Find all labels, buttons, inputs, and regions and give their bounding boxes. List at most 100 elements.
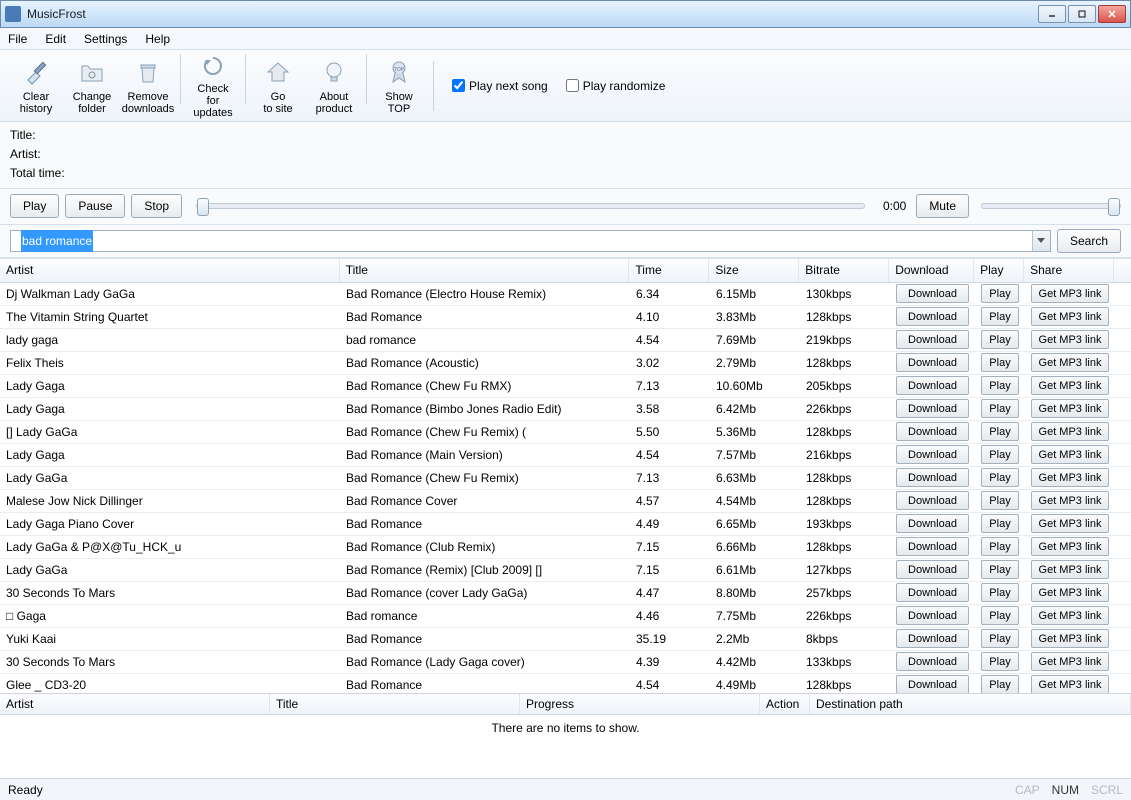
get-mp3-link-button[interactable]: Get MP3 link [1031,629,1109,648]
row-play-button[interactable]: Play [981,491,1019,510]
toolbar-change-folder[interactable]: Changefolder [64,54,120,118]
download-button[interactable]: Download [896,399,969,418]
result-row[interactable]: lady gagabad romance4.547.69Mb219kbpsDow… [0,329,1131,352]
result-row[interactable]: The Vitamin String QuartetBad Romance4.1… [0,306,1131,329]
row-play-button[interactable]: Play [981,468,1019,487]
close-button[interactable] [1098,5,1126,23]
volume-slider[interactable] [981,203,1121,209]
col-header-title[interactable]: Title [340,259,630,282]
row-play-button[interactable]: Play [981,330,1019,349]
minimize-button[interactable] [1038,5,1066,23]
result-row[interactable]: Glee _ CD3-20Bad Romance4.544.49Mb128kbp… [0,674,1131,693]
get-mp3-link-button[interactable]: Get MP3 link [1031,330,1109,349]
toolbar-show-top[interactable]: TOPShowTOP [371,54,427,118]
menu-help[interactable]: Help [145,32,170,46]
play-randomize-checkbox[interactable]: Play randomize [566,79,666,93]
download-button[interactable]: Download [896,491,969,510]
row-play-button[interactable]: Play [981,422,1019,441]
dl-col-artist[interactable]: Artist [0,694,270,714]
play-next-checkbox[interactable]: Play next song [452,79,548,93]
results-body[interactable]: Dj Walkman Lady GaGaBad Romance (Electro… [0,283,1131,693]
get-mp3-link-button[interactable]: Get MP3 link [1031,422,1109,441]
stop-button[interactable]: Stop [131,194,182,218]
get-mp3-link-button[interactable]: Get MP3 link [1031,514,1109,533]
get-mp3-link-button[interactable]: Get MP3 link [1031,491,1109,510]
result-row[interactable]: Malese Jow Nick DillingerBad Romance Cov… [0,490,1131,513]
download-button[interactable]: Download [896,583,969,602]
combo-arrow-icon[interactable] [1032,231,1050,251]
col-header-bitrate[interactable]: Bitrate [799,259,889,282]
play-next-input[interactable] [452,79,465,92]
pause-button[interactable]: Pause [65,194,125,218]
row-play-button[interactable]: Play [981,652,1019,671]
get-mp3-link-button[interactable]: Get MP3 link [1031,675,1109,693]
result-row[interactable]: Lady GagaBad Romance (Main Version)4.547… [0,444,1131,467]
download-button[interactable]: Download [896,652,969,671]
row-play-button[interactable]: Play [981,629,1019,648]
search-button[interactable]: Search [1057,229,1121,253]
menu-edit[interactable]: Edit [45,32,66,46]
maximize-button[interactable] [1068,5,1096,23]
result-row[interactable]: Lady GaGaBad Romance (Remix) [Club 2009]… [0,559,1131,582]
toolbar-goto-site[interactable]: Goto site [250,54,306,118]
result-row[interactable]: Lady GagaBad Romance (Bimbo Jones Radio … [0,398,1131,421]
download-button[interactable]: Download [896,629,969,648]
result-row[interactable]: [] Lady GaGaBad Romance (Chew Fu Remix) … [0,421,1131,444]
download-button[interactable]: Download [896,353,969,372]
col-header-share[interactable]: Share [1024,259,1114,282]
row-play-button[interactable]: Play [981,399,1019,418]
seek-thumb[interactable] [197,198,209,216]
col-header-play[interactable]: Play [974,259,1024,282]
result-row[interactable]: Yuki KaaiBad Romance35.192.2Mb8kbpsDownl… [0,628,1131,651]
row-play-button[interactable]: Play [981,353,1019,372]
play-button[interactable]: Play [10,194,59,218]
download-button[interactable]: Download [896,330,969,349]
get-mp3-link-button[interactable]: Get MP3 link [1031,399,1109,418]
get-mp3-link-button[interactable]: Get MP3 link [1031,606,1109,625]
toolbar-about-product[interactable]: Aboutproduct [306,54,362,118]
result-row[interactable]: Lady GaGa & P@X@Tu_HCK_uBad Romance (Clu… [0,536,1131,559]
result-row[interactable]: 30 Seconds To MarsBad Romance (cover Lad… [0,582,1131,605]
mute-button[interactable]: Mute [916,194,969,218]
col-header-artist[interactable]: Artist [0,259,340,282]
result-row[interactable]: Dj Walkman Lady GaGaBad Romance (Electro… [0,283,1131,306]
get-mp3-link-button[interactable]: Get MP3 link [1031,652,1109,671]
download-button[interactable]: Download [896,514,969,533]
download-button[interactable]: Download [896,537,969,556]
get-mp3-link-button[interactable]: Get MP3 link [1031,537,1109,556]
get-mp3-link-button[interactable]: Get MP3 link [1031,468,1109,487]
get-mp3-link-button[interactable]: Get MP3 link [1031,376,1109,395]
row-play-button[interactable]: Play [981,606,1019,625]
get-mp3-link-button[interactable]: Get MP3 link [1031,284,1109,303]
search-input[interactable] [10,230,1051,252]
download-button[interactable]: Download [896,445,969,464]
seek-slider[interactable] [196,203,865,209]
col-header-download[interactable]: Download [889,259,974,282]
row-play-button[interactable]: Play [981,537,1019,556]
col-header-size[interactable]: Size [709,259,799,282]
col-header-time[interactable]: Time [629,259,709,282]
get-mp3-link-button[interactable]: Get MP3 link [1031,307,1109,326]
row-play-button[interactable]: Play [981,376,1019,395]
get-mp3-link-button[interactable]: Get MP3 link [1031,583,1109,602]
download-button[interactable]: Download [896,560,969,579]
download-button[interactable]: Download [896,606,969,625]
toolbar-remove-downloads[interactable]: Removedownloads [120,54,176,118]
result-row[interactable]: Felix TheisBad Romance (Acoustic)3.022.7… [0,352,1131,375]
download-button[interactable]: Download [896,468,969,487]
get-mp3-link-button[interactable]: Get MP3 link [1031,560,1109,579]
dl-col-action[interactable]: Action [760,694,810,714]
download-button[interactable]: Download [896,422,969,441]
row-play-button[interactable]: Play [981,675,1019,693]
result-row[interactable]: Lady GaGaBad Romance (Chew Fu Remix)7.13… [0,467,1131,490]
toolbar-check-updates[interactable]: Checkfor updates [185,54,241,118]
download-button[interactable]: Download [896,675,969,693]
dl-col-title[interactable]: Title [270,694,520,714]
menu-file[interactable]: File [8,32,27,46]
row-play-button[interactable]: Play [981,307,1019,326]
get-mp3-link-button[interactable]: Get MP3 link [1031,445,1109,464]
result-row[interactable]: □ GagaBad romance4.467.75Mb226kbpsDownlo… [0,605,1131,628]
dl-col-progress[interactable]: Progress [520,694,760,714]
result-row[interactable]: Lady GagaBad Romance (Chew Fu RMX)7.1310… [0,375,1131,398]
download-button[interactable]: Download [896,284,969,303]
